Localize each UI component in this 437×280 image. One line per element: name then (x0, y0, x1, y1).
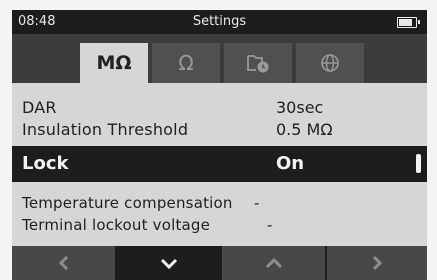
tab-timer[interactable] (224, 43, 292, 83)
tab-ohm[interactable]: Ω (152, 43, 220, 83)
chevron-left-icon (58, 255, 68, 271)
globe-icon (321, 54, 339, 72)
dar-label: DAR (22, 98, 57, 117)
temperature-value[interactable]: - (254, 194, 259, 212)
chevron-down-icon (160, 258, 177, 270)
threshold-value[interactable]: 0.5 MΩ (276, 120, 333, 139)
page-title: Settings (192, 14, 247, 29)
lock-row[interactable]: Lock On (12, 146, 427, 182)
nav-left-button[interactable] (12, 246, 115, 280)
temperature-label: Temperature compensation (22, 194, 233, 212)
tab-region[interactable] (296, 43, 364, 83)
terminal-label: Terminal lockout voltage (22, 216, 211, 234)
chevron-right-icon (372, 255, 383, 271)
screen: 08:48 Settings MΩ Ω DAR 30sec Insulation… (12, 10, 427, 280)
terminal-value[interactable]: - (267, 216, 272, 234)
status-bar: 08:48 Settings (12, 10, 427, 34)
tab-megaohm-label: MΩ (96, 52, 132, 74)
lock-value: On (276, 153, 305, 174)
nav-up-button[interactable] (222, 246, 325, 280)
threshold-label: Insulation Threshold (22, 120, 189, 139)
dar-value[interactable]: 30sec (276, 98, 323, 117)
nav-down-button[interactable] (117, 246, 220, 280)
battery-icon (397, 17, 420, 28)
tab-ohm-label: Ω (178, 51, 194, 75)
nav-right-button[interactable] (327, 246, 427, 280)
lock-label: Lock (22, 153, 69, 174)
scrollbar[interactable] (416, 154, 421, 173)
timer-icon (247, 55, 269, 73)
chevron-up-icon (265, 257, 282, 269)
device-frame: 08:48 Settings MΩ Ω DAR 30sec Insulation… (0, 0, 437, 280)
tab-megaohm[interactable]: MΩ (80, 43, 148, 83)
bottom-nav (12, 246, 427, 280)
tab-bar: MΩ Ω (12, 34, 427, 83)
